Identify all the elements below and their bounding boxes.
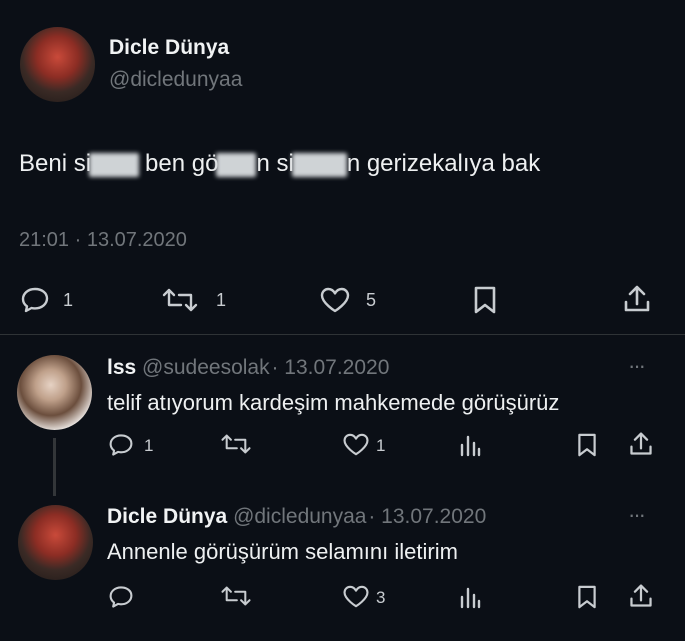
tweet-text-part: ben gö [145, 150, 219, 177]
tweet-text: Beni si ben gö n si n gerizekalıya bak [19, 150, 540, 178]
bookmark-icon[interactable] [472, 285, 498, 315]
reply-text: Annenle görüşürüm selamını iletirim [107, 539, 458, 564]
like-icon[interactable] [318, 286, 352, 314]
reply-count: 1 [63, 290, 74, 310]
author-avatar[interactable] [20, 27, 95, 102]
like-count: 1 [376, 436, 386, 455]
reply-author-handle[interactable]: @dicledunyaa [233, 505, 366, 528]
reply-text: telif atıyorum kardeşim mahkemede görüşü… [107, 390, 560, 415]
views-icon[interactable] [458, 433, 482, 462]
bookmark-icon[interactable] [576, 432, 598, 463]
reply-date[interactable]: · 13.07.2020 [271, 356, 389, 379]
share-icon[interactable] [622, 284, 652, 314]
reply-count: 1 [144, 436, 154, 455]
reply-header: Dicle Dünya @dicledunyaa · 13.07.2020 [107, 505, 486, 529]
reply-date[interactable]: · 13.07.2020 [368, 505, 486, 528]
like-icon[interactable] [341, 432, 371, 462]
tweet-text-part: n si [256, 150, 294, 177]
censor-block [216, 152, 257, 177]
reply-avatar[interactable] [17, 355, 92, 430]
retweet-icon[interactable] [160, 287, 200, 313]
reply-icon[interactable] [108, 584, 134, 615]
thread-connector [53, 438, 56, 496]
reply-icon[interactable] [108, 432, 134, 463]
reply-author-name[interactable]: Dicle Dünya [107, 505, 227, 528]
author-name[interactable]: Dicle Dünya [109, 36, 229, 60]
author-handle[interactable]: @dicledunyaa [109, 68, 242, 92]
reply-icon[interactable] [20, 286, 50, 314]
censor-block [89, 152, 140, 177]
views-icon[interactable] [458, 585, 482, 614]
censor-block [291, 152, 347, 177]
reply-header: lss @sudeesolak · 13.07.2020 [107, 356, 389, 380]
tweet-text-part: n gerizekalıya bak [346, 150, 541, 177]
more-options-button[interactable]: ··· [628, 353, 646, 379]
like-count: 5 [366, 290, 377, 310]
reply-author-name[interactable]: lss [107, 356, 136, 379]
like-count: 3 [376, 588, 386, 607]
reply-author-handle[interactable]: @sudeesolak [142, 356, 270, 379]
tweet-timestamp[interactable]: 21:01 · 13.07.2020 [19, 229, 187, 252]
like-icon[interactable] [341, 584, 371, 614]
bookmark-icon[interactable] [576, 584, 598, 615]
retweet-icon[interactable] [219, 433, 253, 460]
share-icon[interactable] [628, 431, 654, 462]
more-options-button[interactable]: ··· [628, 502, 646, 528]
divider [0, 334, 685, 335]
retweet-count: 1 [216, 290, 227, 310]
share-icon[interactable] [628, 583, 654, 614]
reply-avatar[interactable] [18, 505, 93, 580]
tweet-text-part: Beni si [19, 150, 92, 177]
retweet-icon[interactable] [219, 585, 253, 612]
